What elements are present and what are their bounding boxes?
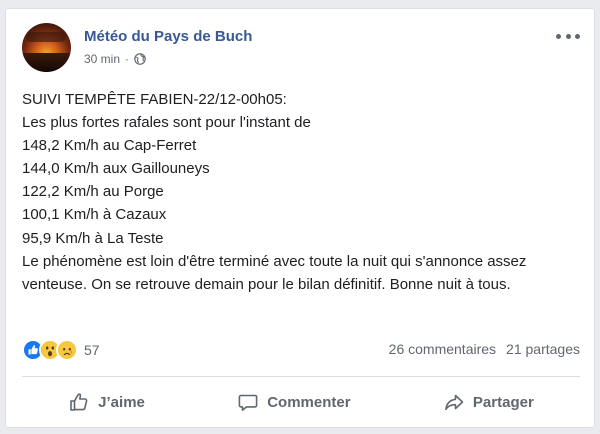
post-text: SUIVI TEMPÊTE FABIEN-22/12-00h05: Les pl…: [22, 88, 578, 296]
post-stats: 57 26 commentaires 21 partages: [22, 339, 580, 363]
post-text-line: 148,2 Km/h au Cap-Ferret: [22, 137, 197, 155]
comment-label: Commenter: [267, 393, 351, 411]
post-text-line: 100,1 Km/h à Cazaux: [22, 206, 167, 224]
facebook-post: Météo du Pays de Buch 30 min · SUIVI TEM…: [5, 8, 595, 428]
post-text-paragraph: Le phénomène est loin d'être terminé ave…: [22, 252, 527, 293]
thumbs-up-icon: [68, 391, 90, 413]
like-label: J’aime: [98, 393, 145, 411]
engagement-counts: 26 commentaires 21 partages: [389, 341, 580, 357]
post-header: Météo du Pays de Buch 30 min ·: [22, 23, 580, 73]
post-text-line: 95,9 Km/h à La Teste: [22, 229, 164, 247]
share-label: Partager: [472, 393, 534, 411]
post-text-line: Les plus fortes rafales sont pour l'inst…: [22, 114, 311, 132]
dot: [565, 33, 571, 39]
dot: [575, 33, 580, 39]
post-text-line: SUIVI TEMPÊTE FABIEN-22/12-00h05:: [22, 91, 287, 108]
comments-count-link[interactable]: 26 commentaires: [389, 341, 496, 357]
actions-divider: [22, 376, 580, 377]
share-arrow-icon: [443, 391, 465, 413]
meta-separator: ·: [125, 52, 130, 66]
post-actions: J’aime Commenter Partager: [22, 381, 580, 423]
comment-button[interactable]: Commenter: [227, 385, 360, 419]
like-button[interactable]: J’aime: [58, 385, 155, 419]
avatar-cloud: [26, 32, 66, 42]
reactions-summary[interactable]: 57: [22, 339, 100, 361]
post-meta: 30 min ·: [84, 52, 146, 66]
comment-icon: [237, 391, 259, 413]
page-name-link[interactable]: Météo du Pays de Buch: [84, 28, 252, 45]
shares-count-link[interactable]: 21 partages: [506, 341, 580, 357]
post-text-line: 122,2 Km/h au Porge: [22, 183, 164, 201]
page-avatar[interactable]: [22, 23, 71, 72]
post-timestamp[interactable]: 30 min: [84, 52, 120, 66]
post-text-line: 144,0 Km/h aux Gaillouneys: [22, 160, 210, 178]
globe-icon[interactable]: [134, 53, 146, 65]
sad-icon: [56, 339, 78, 361]
reaction-count[interactable]: 57: [84, 342, 100, 358]
dot: [556, 33, 561, 39]
avatar-ground: [22, 53, 71, 72]
more-options-icon[interactable]: [556, 29, 580, 43]
share-button[interactable]: Partager: [433, 385, 544, 419]
